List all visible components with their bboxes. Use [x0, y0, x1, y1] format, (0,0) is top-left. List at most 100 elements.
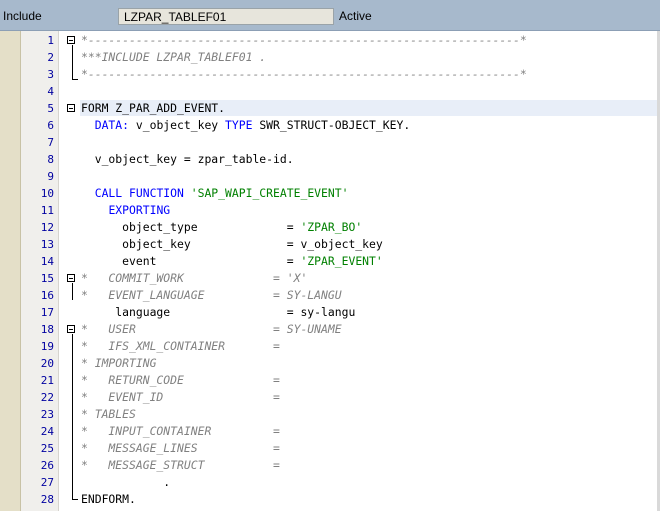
code-line[interactable]: 22 * EVENT_ID =	[0, 389, 660, 406]
code-line[interactable]: 19 * IFS_XML_CONTAINER =	[0, 338, 660, 355]
code-line[interactable]: 27 .	[0, 474, 660, 491]
line-number: 8	[47, 153, 54, 166]
include-name-field[interactable]: LZPAR_TABLEF01	[118, 8, 334, 25]
line-number: 13	[40, 238, 54, 251]
line-number: 27	[40, 476, 54, 489]
code-token: object_type =	[81, 220, 301, 234]
code-text: * EVENT_ID =	[81, 390, 280, 404]
code-text: *---------------------------------------…	[81, 67, 527, 81]
string-token: 'ZPAR_BO'	[300, 220, 363, 234]
code-token: v_object_key = zpar_table-id.	[81, 152, 294, 166]
code-text: object_key = v_object_key	[81, 237, 383, 251]
code-line[interactable]: 1 *--------------------------------------…	[0, 32, 660, 49]
code-line[interactable]: 10 CALL FUNCTION 'SAP_WAPI_CREATE_EVENT'	[0, 185, 660, 202]
comment-token: * USER = SY-UNAME	[81, 322, 342, 336]
code-text: .	[81, 475, 170, 489]
code-token: ENDFORM.	[81, 492, 136, 506]
line-number: 1	[47, 34, 54, 47]
line-number: 26	[40, 459, 54, 472]
fold-toggle-icon[interactable]	[67, 325, 75, 333]
fold-toggle-icon[interactable]	[67, 104, 75, 112]
code-line[interactable]: 18 * USER = SY-UNAME	[0, 321, 660, 338]
line-number: 6	[47, 119, 54, 132]
line-number: 17	[40, 306, 54, 319]
code-line[interactable]: 6 DATA: v_object_key TYPE SWR_STRUCT-OBJ…	[0, 117, 660, 134]
code-line[interactable]: 13 object_key = v_object_key	[0, 236, 660, 253]
code-token: SWR_STRUCT-OBJECT_KEY.	[252, 118, 411, 132]
code-line[interactable]: 4	[0, 83, 660, 100]
keyword-token: DATA:	[94, 118, 130, 132]
code-line[interactable]: 16 * EVENT_LANGUAGE = SY-LANGU	[0, 287, 660, 304]
code-text: language = sy-langu	[81, 305, 355, 319]
line-number: 9	[47, 170, 54, 183]
line-number: 23	[40, 408, 54, 421]
code-text: * MESSAGE_STRUCT =	[81, 458, 280, 472]
line-number: 5	[47, 102, 54, 115]
code-text: * USER = SY-UNAME	[81, 322, 342, 336]
keyword-token: CALL FUNCTION	[94, 186, 184, 200]
line-number: 15	[40, 272, 54, 285]
code-token: .	[81, 475, 171, 489]
object-status-label: Active	[339, 9, 372, 23]
object-header-bar: Include LZPAR_TABLEF01 Active	[0, 0, 660, 31]
comment-token: * EVENT_LANGUAGE = SY-LANGU	[81, 288, 342, 302]
code-text: ENDFORM.	[81, 492, 136, 506]
code-line[interactable]: 12 object_type = 'ZPAR_BO'	[0, 219, 660, 236]
keyword-token: TYPE	[225, 118, 253, 132]
code-text: v_object_key = zpar_table-id.	[81, 152, 294, 166]
code-text: FORM Z_PAR_ADD_EVENT.	[81, 101, 225, 115]
code-line[interactable]: 21 * RETURN_CODE =	[0, 372, 660, 389]
code-text: CALL FUNCTION 'SAP_WAPI_CREATE_EVENT'	[81, 186, 349, 200]
code-line[interactable]: 2 ***INCLUDE LZPAR_TABLEF01 .	[0, 49, 660, 66]
code-line[interactable]: 24 * INPUT_CONTAINER =	[0, 423, 660, 440]
code-line[interactable]: 26 * MESSAGE_STRUCT =	[0, 457, 660, 474]
code-text: object_type = 'ZPAR_BO'	[81, 220, 362, 234]
line-number: 20	[40, 357, 54, 370]
keyword-token: EXPORTING	[108, 203, 171, 217]
line-number: 3	[47, 68, 54, 81]
code-line[interactable]: 8 v_object_key = zpar_table-id.	[0, 151, 660, 168]
line-number: 2	[47, 51, 54, 64]
string-token: 'ZPAR_EVENT'	[300, 254, 383, 268]
code-line[interactable]: 9	[0, 168, 660, 185]
code-text: * MESSAGE_LINES =	[81, 441, 280, 455]
code-text: * RETURN_CODE =	[81, 373, 280, 387]
line-number: 24	[40, 425, 54, 438]
code-line[interactable]: 5 FORM Z_PAR_ADD_EVENT.	[0, 100, 660, 117]
string-token: 'SAP_WAPI_CREATE_EVENT'	[190, 186, 349, 200]
code-text: * IFS_XML_CONTAINER =	[81, 339, 280, 353]
code-line[interactable]: 20 * IMPORTING	[0, 355, 660, 372]
line-number: 25	[40, 442, 54, 455]
comment-token: *---------------------------------------…	[81, 33, 527, 47]
line-number: 10	[40, 187, 54, 200]
code-line[interactable]: 11 EXPORTING	[0, 202, 660, 219]
code-line[interactable]: 15 * COMMIT_WORK = 'X'	[0, 270, 660, 287]
abap-code-editor[interactable]: 1 *--------------------------------------…	[0, 31, 660, 511]
code-text: * TABLES	[81, 407, 136, 421]
code-line[interactable]: 23 * TABLES	[0, 406, 660, 423]
fold-toggle-icon[interactable]	[67, 36, 75, 44]
line-number: 4	[47, 85, 54, 98]
code-line[interactable]: 7	[0, 134, 660, 151]
code-text: *---------------------------------------…	[81, 33, 527, 47]
code-token: object_key = v_object_key	[81, 237, 383, 251]
code-line[interactable]: 17 language = sy-langu	[0, 304, 660, 321]
code-line[interactable]: 3 *--------------------------------------…	[0, 66, 660, 83]
line-number: 28	[40, 493, 54, 506]
comment-token: *---------------------------------------…	[81, 67, 527, 81]
code-token: FORM Z_PAR_ADD_EVENT.	[81, 101, 226, 115]
line-number: 14	[40, 255, 54, 268]
code-line[interactable]: 25 * MESSAGE_LINES =	[0, 440, 660, 457]
code-text: ***INCLUDE LZPAR_TABLEF01 .	[81, 50, 266, 64]
code-line[interactable]: 28 ENDFORM.	[0, 491, 660, 508]
line-number: 12	[40, 221, 54, 234]
comment-token: * IFS_XML_CONTAINER =	[81, 339, 280, 353]
code-token: language = sy-langu	[81, 305, 356, 319]
line-number: 16	[40, 289, 54, 302]
code-line[interactable]: 14 event = 'ZPAR_EVENT'	[0, 253, 660, 270]
fold-toggle-icon[interactable]	[67, 274, 75, 282]
code-text: event = 'ZPAR_EVENT'	[81, 254, 383, 268]
